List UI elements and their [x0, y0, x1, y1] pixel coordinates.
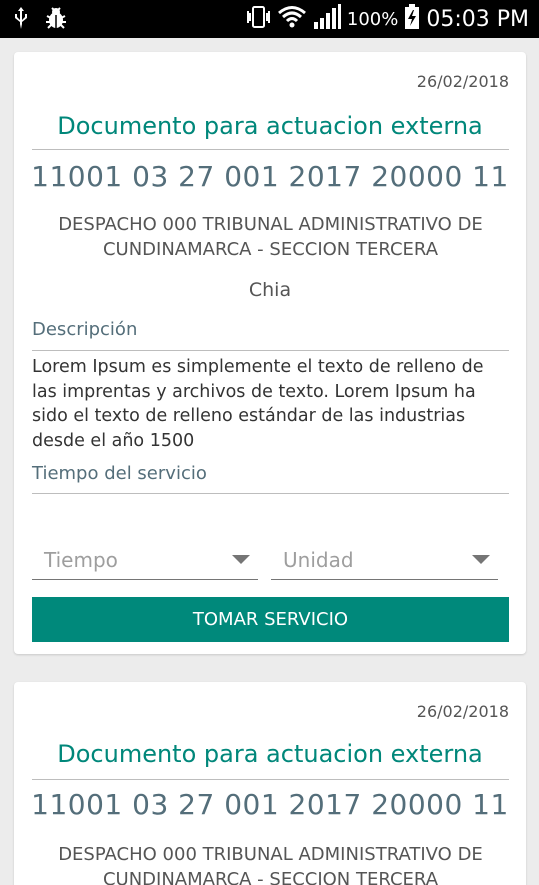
- office-line: CUNDINAMARCA - SECCION TERCERA: [102, 239, 439, 260]
- office-line: DESPACHO 000 TRIBUNAL ADMINISTRATIVO DE: [58, 844, 483, 865]
- case-number: 11001 03 27 001 2017 20000 11: [31, 788, 509, 821]
- description-line: las imprentas y archivos de texto. Lorem…: [32, 381, 476, 402]
- office-line: CUNDINAMARCA - SECCION TERCERA: [102, 869, 439, 885]
- description-line: desde el año 1500: [32, 430, 195, 451]
- time-select-placeholder: Tiempo: [44, 548, 118, 572]
- service-time-divider: [32, 493, 509, 494]
- take-service-button[interactable]: TOMAR SERVICIO: [32, 597, 509, 642]
- battery-charging-icon: [404, 4, 420, 34]
- office-line: DESPACHO 000 TRIBUNAL ADMINISTRATIVO DE: [58, 214, 483, 235]
- debug-bug-icon: [44, 6, 68, 34]
- dropdown-arrow-icon: [232, 555, 250, 564]
- case-number: 11001 03 27 001 2017 20000 11: [31, 160, 509, 193]
- dropdown-arrow-icon: [472, 555, 490, 564]
- office-name: DESPACHO 000 TRIBUNAL ADMINISTRATIVO DE …: [32, 842, 509, 885]
- status-bar: 100% 05:03 PM: [0, 0, 539, 38]
- time-select[interactable]: Tiempo: [32, 540, 258, 580]
- office-name: DESPACHO 000 TRIBUNAL ADMINISTRATIVO DE …: [32, 212, 509, 262]
- card-title: Documento para actuacion externa: [57, 112, 483, 140]
- title-divider: [32, 149, 509, 150]
- select-underline: [271, 579, 498, 580]
- description-divider: [32, 350, 509, 351]
- description-line: Lorem Ipsum es simplemente el texto de r…: [32, 357, 484, 377]
- select-underline: [32, 579, 258, 580]
- usb-icon: [14, 7, 28, 33]
- battery-percent: 100%: [346, 8, 399, 30]
- card-title: Documento para actuacion externa: [57, 740, 483, 768]
- unit-select-placeholder: Unidad: [283, 548, 354, 572]
- vibrate-icon: [245, 4, 271, 34]
- description-line: sido el texto de relleno estándar de las…: [32, 406, 466, 426]
- service-time-label: Tiempo del servicio: [32, 463, 207, 484]
- description-label: Descripción: [32, 319, 138, 340]
- wifi-icon: [277, 5, 307, 33]
- card-date: 26/02/2018: [416, 702, 509, 721]
- description-text: Lorem Ipsum es simplemente el texto de r…: [32, 355, 512, 453]
- signal-icon: [313, 4, 341, 34]
- city: Chia: [248, 279, 292, 301]
- unit-select[interactable]: Unidad: [271, 540, 498, 580]
- service-card: 26/02/2018 Documento para actuacion exte…: [14, 682, 526, 885]
- service-card: 26/02/2018 Documento para actuacion exte…: [14, 52, 526, 654]
- clock: 05:03 PM: [426, 6, 529, 32]
- title-divider: [32, 779, 509, 780]
- card-date: 26/02/2018: [416, 72, 509, 91]
